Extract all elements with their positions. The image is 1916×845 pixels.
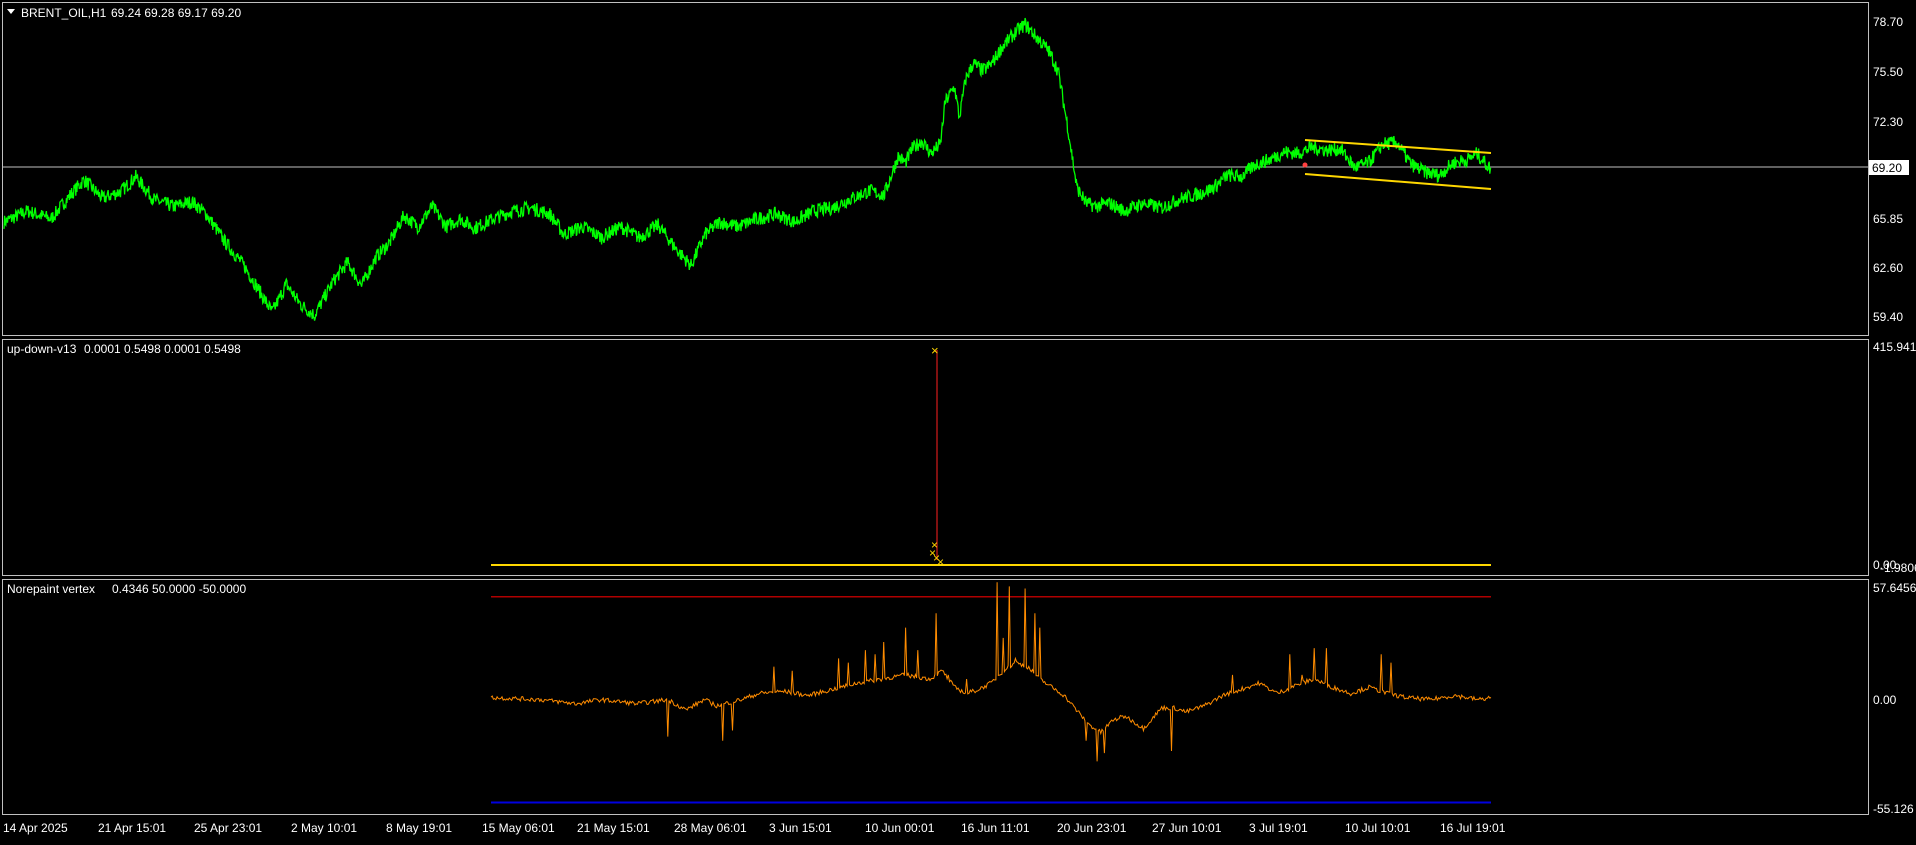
ohlc-label: 69.24 69.28 69.17 69.20 — [111, 6, 241, 20]
price-tick-label: 78.70 — [1873, 15, 1903, 29]
vertex-y-axis: 57.6456 0.00 -55.126 — [1873, 581, 1916, 816]
symbol-label: BRENT_OIL,H1 — [21, 6, 107, 20]
x-tick-label: 2 May 10:01 — [291, 821, 357, 835]
x-tick-label: 21 Apr 15:01 — [98, 821, 166, 835]
channel-anchor-point[interactable] — [1302, 162, 1308, 168]
x-tick-label: 3 Jul 19:01 — [1249, 821, 1308, 835]
x-tick-label: 10 Jul 10:01 — [1345, 821, 1411, 835]
price-tick-label: 75.50 — [1873, 65, 1903, 79]
price-header: BRENT_OIL,H1 69.24 69.28 69.17 69.20 — [7, 6, 241, 20]
chart-window[interactable]: BRENT_OIL,H1 69.24 69.28 69.17 69.20 up-… — [0, 0, 1916, 840]
updown-spike-marker: × — [931, 343, 939, 358]
x-tick-label: 8 May 19:01 — [386, 821, 452, 835]
price-panel[interactable] — [2, 2, 1869, 336]
vertex-tick-label: 57.6456 — [1873, 581, 1916, 595]
vertex-panel[interactable] — [2, 579, 1869, 815]
price-tick-label: 62.60 — [1873, 261, 1903, 275]
vertex-header: Norepaint vertex 0.4346 50.0000 -50.0000 — [7, 582, 246, 596]
x-tick-label: 28 May 06:01 — [674, 821, 747, 835]
vertex-name: Norepaint vertex — [7, 582, 95, 596]
vertex-values: 0.4346 50.0000 -50.0000 — [112, 582, 246, 596]
x-tick-label: 3 Jun 15:01 — [769, 821, 832, 835]
x-tick-label: 16 Jun 11:01 — [961, 821, 1030, 835]
updown-values: 0.0001 0.5498 0.0001 0.5498 — [84, 342, 241, 356]
updown-name: up-down-v13 — [7, 342, 77, 356]
x-tick-label: 16 Jul 19:01 — [1440, 821, 1506, 835]
x-tick-label: 10 Jun 00:01 — [865, 821, 935, 835]
price-tick-label: 59.40 — [1873, 310, 1903, 324]
vertex-tick-label: -55.126 — [1873, 802, 1914, 816]
price-tick-label: 72.30 — [1873, 115, 1903, 129]
current-price-label: 69.20 — [1872, 161, 1902, 175]
x-tick-label: 15 May 06:01 — [482, 821, 555, 835]
x-tick-label: 20 Jun 23:01 — [1057, 821, 1127, 835]
x-axis: 14 Apr 2025 21 Apr 15:01 25 Apr 23:01 2 … — [3, 821, 1506, 835]
updown-marker: × — [937, 555, 944, 569]
updown-header: up-down-v13 0.0001 0.5498 0.0001 0.5498 — [7, 342, 241, 356]
x-tick-label: 14 Apr 2025 — [3, 821, 68, 835]
updown-tick-label: 415.941 — [1873, 340, 1916, 354]
updown-tick-label: -1.9806 — [1880, 561, 1916, 575]
x-tick-label: 27 Jun 10:01 — [1152, 821, 1222, 835]
price-tick-label: 65.85 — [1873, 212, 1903, 226]
chart-canvas[interactable]: BRENT_OIL,H1 69.24 69.28 69.17 69.20 up-… — [0, 0, 1916, 840]
vertex-tick-label: 0.00 — [1873, 693, 1897, 707]
x-tick-label: 25 Apr 23:01 — [194, 821, 262, 835]
x-tick-label: 21 May 15:01 — [577, 821, 650, 835]
updown-y-axis: 415.941 0.00 -1.9806 — [1873, 340, 1916, 575]
